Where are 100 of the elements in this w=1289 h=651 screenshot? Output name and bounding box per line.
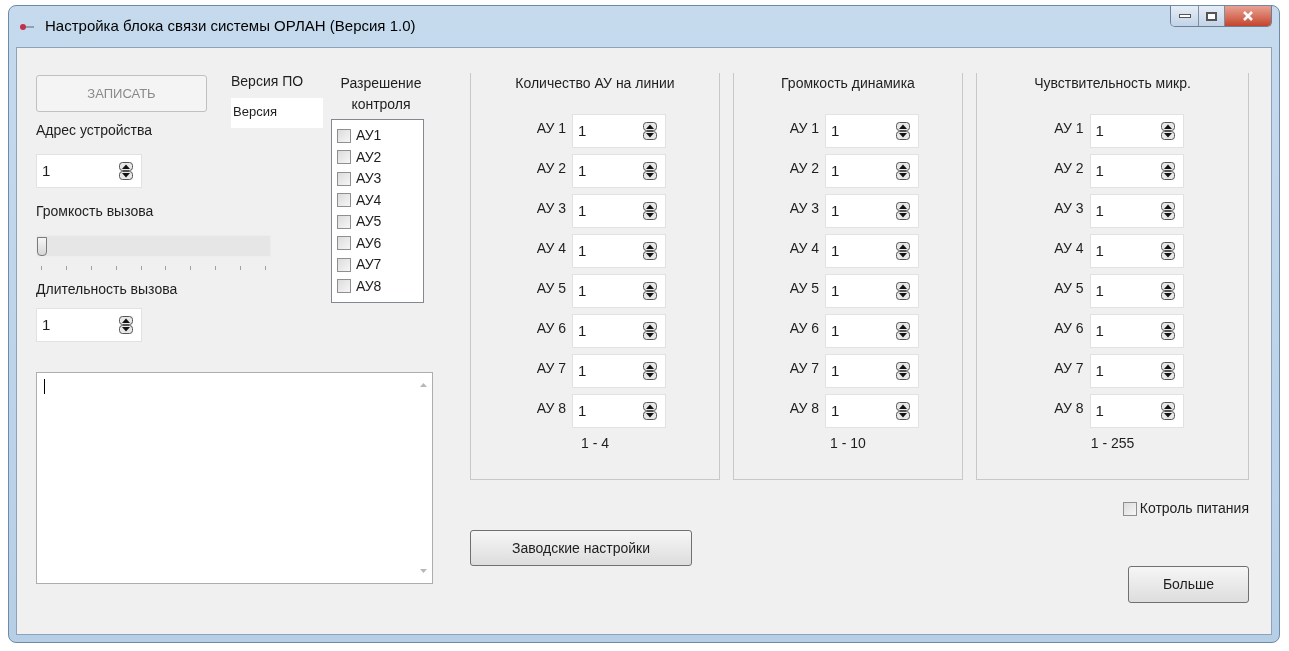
checkbox[interactable] bbox=[1122, 501, 1137, 516]
spin-arrows-icon[interactable] bbox=[896, 362, 910, 380]
spin-arrows-icon[interactable] bbox=[643, 202, 657, 220]
spin-arrows-icon[interactable] bbox=[1160, 162, 1175, 180]
spin-arrows-icon[interactable] bbox=[643, 162, 657, 180]
spin-arrows-icon[interactable] bbox=[896, 322, 910, 340]
spin-box[interactable]: 1 bbox=[1089, 314, 1184, 348]
close-icon bbox=[1242, 11, 1254, 21]
spin-arrows-icon[interactable] bbox=[643, 242, 657, 260]
spin-arrows-icon[interactable] bbox=[643, 322, 657, 340]
spin-box[interactable]: 1 bbox=[1089, 354, 1184, 388]
field-label: Адрес устройства bbox=[36, 121, 154, 140]
checkbox-label: АУ1 bbox=[356, 126, 382, 146]
row-label: АУ 1 bbox=[788, 119, 819, 138]
row-label: АУ 7 bbox=[788, 359, 819, 378]
spin-box[interactable]: 1 bbox=[825, 274, 919, 308]
spin-arrows-icon[interactable] bbox=[1160, 282, 1175, 300]
field-label: Громкость вызова bbox=[36, 202, 154, 221]
range-label: 1 - 10 bbox=[830, 434, 866, 453]
row-label: АУ 6 bbox=[788, 319, 819, 338]
spin-box[interactable]: 1 bbox=[1089, 114, 1184, 148]
row-label: АУ 1 bbox=[1053, 119, 1084, 138]
window-title: Настройка блока связи системы ОРЛАН (Версия 1.0) bbox=[45, 16, 416, 37]
spin-arrows-icon[interactable] bbox=[1160, 402, 1175, 420]
spin-box[interactable]: 1 bbox=[572, 314, 666, 348]
spin-box[interactable]: 1 bbox=[1089, 274, 1184, 308]
spin-arrows-icon[interactable] bbox=[1160, 242, 1175, 260]
spin-arrows-icon[interactable] bbox=[1160, 122, 1175, 140]
row-label: АУ 8 bbox=[1053, 399, 1084, 418]
spin-arrows-icon[interactable] bbox=[643, 282, 657, 300]
maximize-button[interactable] bbox=[1199, 6, 1225, 26]
version-field[interactable]: Версия bbox=[231, 98, 323, 128]
row-label: АУ 3 bbox=[535, 199, 566, 218]
row-label: АУ 8 bbox=[788, 399, 819, 418]
spin-box[interactable]: 1 bbox=[572, 114, 666, 148]
checkbox[interactable] bbox=[337, 279, 351, 294]
spin-arrows-icon[interactable] bbox=[896, 162, 910, 180]
row-label: АУ 6 bbox=[535, 319, 566, 338]
checkbox[interactable] bbox=[337, 171, 351, 186]
spin-box[interactable]: 1 bbox=[825, 194, 919, 228]
spin-box[interactable]: 1 bbox=[572, 354, 666, 388]
spin-arrows-icon[interactable] bbox=[896, 242, 910, 260]
row-label: АУ 6 bbox=[1053, 319, 1084, 338]
row-label: АУ 2 bbox=[535, 159, 566, 178]
checkbox-label: АУ2 bbox=[356, 147, 382, 167]
spin-arrows-icon[interactable] bbox=[1160, 202, 1175, 220]
field-label: Длительность вызова bbox=[36, 280, 178, 299]
spin-box[interactable]: 1 bbox=[825, 394, 919, 428]
minimize-button[interactable] bbox=[1171, 6, 1199, 26]
spin-box[interactable]: 1 bbox=[36, 154, 142, 188]
spin-box[interactable]: 1 bbox=[572, 234, 666, 268]
spin-box[interactable]: 1 bbox=[572, 394, 666, 428]
spin-arrows-icon[interactable] bbox=[119, 316, 133, 334]
row-label: АУ 1 bbox=[535, 119, 566, 138]
field-label: Версия ПО bbox=[231, 72, 305, 91]
spin-box[interactable]: 1 bbox=[572, 154, 666, 188]
volume-slider[interactable] bbox=[36, 235, 271, 270]
spin-box[interactable]: 1 bbox=[825, 354, 919, 388]
range-label: 1 - 255 bbox=[1090, 434, 1135, 453]
spin-box[interactable]: 1 bbox=[572, 274, 666, 308]
spin-arrows-icon[interactable] bbox=[1160, 322, 1175, 340]
spin-box[interactable]: 1 bbox=[36, 308, 142, 342]
row-label: АУ 2 bbox=[1053, 159, 1084, 178]
spin-arrows-icon[interactable] bbox=[1160, 362, 1175, 380]
spin-box[interactable]: 1 bbox=[1089, 234, 1184, 268]
factory-settings-button[interactable]: Заводские настройки bbox=[470, 530, 692, 566]
spin-box[interactable]: 1 bbox=[825, 234, 919, 268]
range-label: 1 - 4 bbox=[581, 434, 609, 453]
spin-arrows-icon[interactable] bbox=[896, 282, 910, 300]
spin-box[interactable]: 1 bbox=[825, 154, 919, 188]
checkbox-label: АУ8 bbox=[356, 276, 382, 296]
checkbox-label: АУ7 bbox=[356, 255, 382, 275]
spin-box[interactable]: 1 bbox=[1089, 194, 1184, 228]
checkbox-label: Котроль питания bbox=[1139, 499, 1249, 518]
checkbox[interactable] bbox=[337, 193, 351, 208]
checkbox[interactable] bbox=[337, 128, 351, 143]
close-button[interactable] bbox=[1225, 6, 1271, 26]
spin-box[interactable]: 1 bbox=[825, 314, 919, 348]
checkbox-label: АУ4 bbox=[356, 190, 382, 210]
group-title: Громкость динамика bbox=[781, 74, 915, 93]
spin-arrows-icon[interactable] bbox=[896, 402, 910, 420]
spin-arrows-icon[interactable] bbox=[643, 122, 657, 140]
spin-arrows-icon[interactable] bbox=[896, 202, 910, 220]
spin-arrows-icon[interactable] bbox=[896, 122, 910, 140]
spin-box[interactable]: 1 bbox=[1089, 154, 1184, 188]
slider-thumb[interactable] bbox=[37, 237, 47, 256]
spin-box[interactable]: 1 bbox=[572, 194, 666, 228]
spin-arrows-icon[interactable] bbox=[643, 362, 657, 380]
spin-box[interactable]: 1 bbox=[825, 114, 919, 148]
row-label: АУ 4 bbox=[535, 239, 566, 258]
spin-arrows-icon[interactable] bbox=[643, 402, 657, 420]
more-button[interactable]: Больше bbox=[1128, 566, 1249, 603]
checkbox[interactable] bbox=[337, 236, 351, 251]
checkbox[interactable] bbox=[337, 150, 351, 165]
row-label: АУ 2 bbox=[788, 159, 819, 178]
checkbox[interactable] bbox=[337, 214, 351, 229]
checkbox-label: АУ6 bbox=[356, 233, 382, 253]
spin-box[interactable]: 1 bbox=[1089, 394, 1184, 428]
spin-arrows-icon[interactable] bbox=[119, 162, 133, 180]
checkbox[interactable] bbox=[337, 257, 351, 272]
